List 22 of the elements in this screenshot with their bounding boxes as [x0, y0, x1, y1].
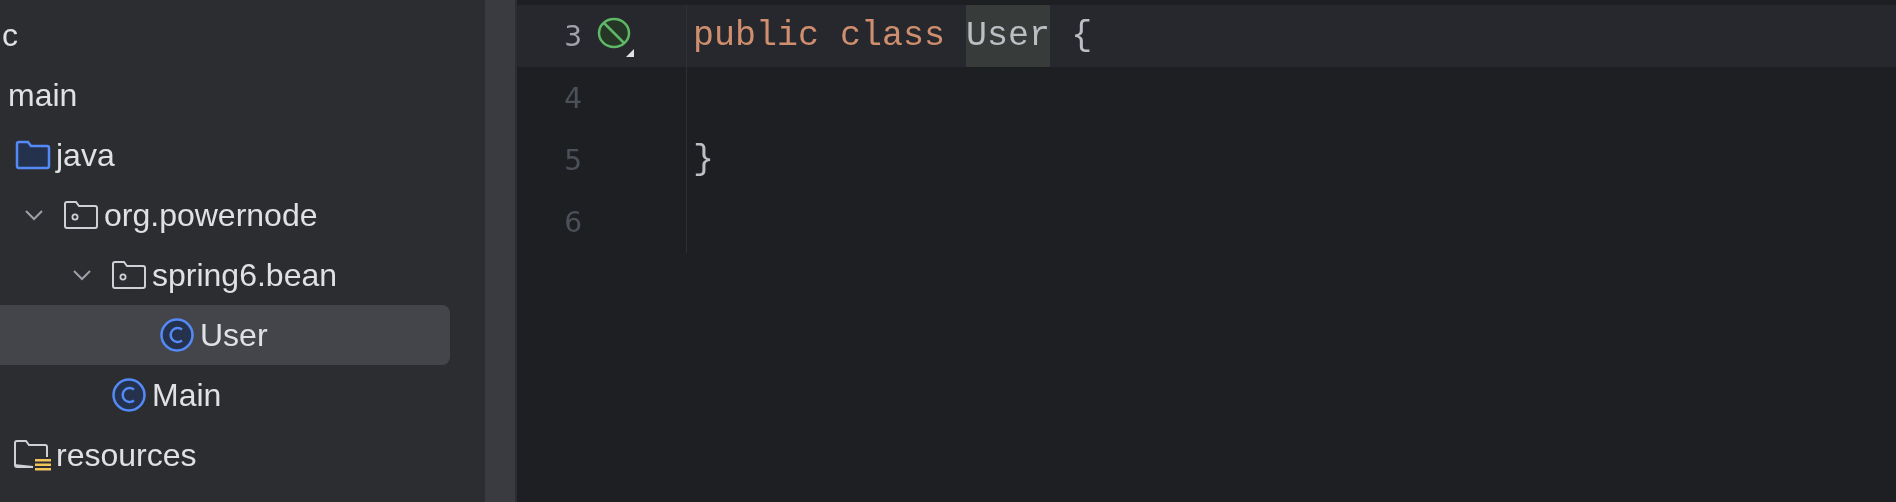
chevron-icon[interactable]: [72, 269, 92, 281]
class-icon: [159, 317, 195, 353]
code-keyword: class: [840, 15, 946, 58]
tree-item[interactable]: java: [0, 125, 450, 185]
resource-folder-icon: [13, 439, 53, 471]
class-icon: [111, 377, 147, 413]
code-brace: {: [1071, 15, 1093, 58]
chevron-icon[interactable]: [24, 209, 44, 221]
code-keyword: public: [693, 15, 820, 58]
line-number: 3: [563, 19, 582, 53]
tree-item[interactable]: spring6.bean: [0, 245, 450, 305]
tree-item[interactable]: c: [0, 5, 450, 65]
package-folder-icon: [111, 260, 147, 290]
package-folder-icon: [63, 200, 99, 230]
code-brace: }: [693, 139, 714, 182]
tree-item[interactable]: Main: [0, 365, 450, 425]
tree-item[interactable]: main: [0, 65, 450, 125]
tree-item[interactable]: org.powernode: [0, 185, 450, 245]
tree-item[interactable]: User: [0, 305, 450, 365]
folder-icon: [15, 140, 51, 170]
code-identifier: User: [966, 5, 1051, 67]
tree-item[interactable]: resources: [0, 425, 450, 485]
